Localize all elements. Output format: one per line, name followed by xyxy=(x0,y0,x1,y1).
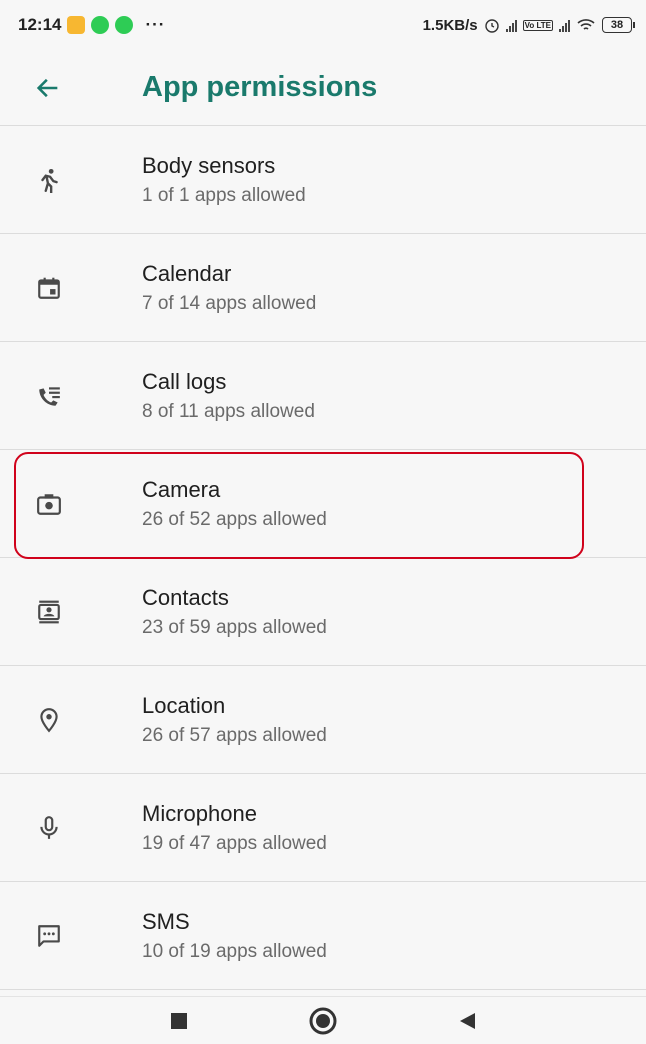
status-left: 12:14 ··· xyxy=(18,15,165,35)
permission-item-camera[interactable]: Camera 26 of 52 apps allowed xyxy=(0,450,646,558)
permission-status: 26 of 57 apps allowed xyxy=(142,724,327,746)
permission-label: Body sensors xyxy=(142,152,276,178)
back-button[interactable] xyxy=(0,50,96,126)
permission-label: Camera xyxy=(142,476,221,502)
permission-item-calendar[interactable]: Calendar 7 of 14 apps allowed xyxy=(0,234,646,342)
back-arrow-icon xyxy=(36,78,58,97)
status-bar: 12:14 ··· 1.5KB/s Vo LTE 38 xyxy=(0,0,646,50)
home-button[interactable] xyxy=(303,1001,343,1041)
permission-label: SMS xyxy=(142,908,190,934)
permission-item-body-sensors[interactable]: Body sensors 1 of 1 apps allowed xyxy=(0,126,646,234)
volte-icon: Vo LTE xyxy=(522,19,553,31)
permission-status: 26 of 52 apps allowed xyxy=(142,508,327,530)
calendar-icon xyxy=(38,277,60,299)
permission-item-sms[interactable]: SMS 10 of 19 apps allowed xyxy=(0,882,646,990)
permission-item-call-logs[interactable]: Call logs 8 of 11 apps allowed xyxy=(0,342,646,450)
permission-status: 19 of 47 apps allowed xyxy=(142,832,327,854)
sms-icon xyxy=(38,924,60,947)
permission-item-contacts[interactable]: Contacts 23 of 59 apps allowed xyxy=(0,558,646,666)
app-bar: App permissions xyxy=(0,50,646,126)
wifi-icon xyxy=(577,19,595,30)
home-circle-icon xyxy=(309,1007,337,1034)
signal-icon xyxy=(505,18,517,32)
permission-label: Calendar xyxy=(142,260,232,286)
navigation-bar xyxy=(0,996,646,1044)
back-nav-button[interactable] xyxy=(447,1001,487,1041)
recents-square-icon xyxy=(171,1012,187,1029)
status-right: 1.5KB/s Vo LTE 38 xyxy=(422,16,635,34)
permission-label: Call logs xyxy=(142,368,227,394)
signal-icon-2 xyxy=(559,18,570,32)
contacts-icon xyxy=(38,600,60,623)
permission-label: Location xyxy=(142,692,226,718)
permission-item-location[interactable]: Location 26 of 57 apps allowed xyxy=(0,666,646,774)
permission-status: 7 of 14 apps allowed xyxy=(142,292,317,314)
recents-button[interactable] xyxy=(159,1001,199,1041)
body-sensors-icon xyxy=(41,168,58,193)
permission-status: 8 of 11 apps allowed xyxy=(142,400,315,422)
camera-icon xyxy=(37,493,61,515)
alarm-icon xyxy=(484,19,499,33)
microphone-icon xyxy=(40,815,58,839)
whatsapp-notification-icon-2 xyxy=(115,16,134,34)
permission-status: 23 of 59 apps allowed xyxy=(142,616,327,638)
battery-level: 38 xyxy=(610,19,624,31)
call-logs-icon xyxy=(39,386,60,406)
message-notification-icon xyxy=(67,16,86,34)
back-triangle-icon xyxy=(460,1012,475,1029)
permission-label: Contacts xyxy=(142,584,229,610)
permission-item-microphone[interactable]: Microphone 19 of 47 apps allowed xyxy=(0,774,646,882)
page-title: App permissions xyxy=(142,71,378,103)
location-icon xyxy=(40,707,58,732)
permission-status: 1 of 1 apps allowed xyxy=(142,184,306,206)
more-notifications-icon: ··· xyxy=(145,15,166,34)
status-time: 12:14 xyxy=(18,15,62,34)
permission-status: 10 of 19 apps allowed xyxy=(142,940,327,962)
battery-icon: 38 xyxy=(602,17,635,33)
whatsapp-notification-icon xyxy=(91,16,110,34)
permission-label: Microphone xyxy=(142,800,257,826)
network-speed: 1.5KB/s xyxy=(422,16,478,34)
permission-list: Body sensors 1 of 1 apps allowed Calenda… xyxy=(0,126,646,990)
screen: 12:14 ··· 1.5KB/s Vo LTE 38 App permissi… xyxy=(0,0,646,1044)
